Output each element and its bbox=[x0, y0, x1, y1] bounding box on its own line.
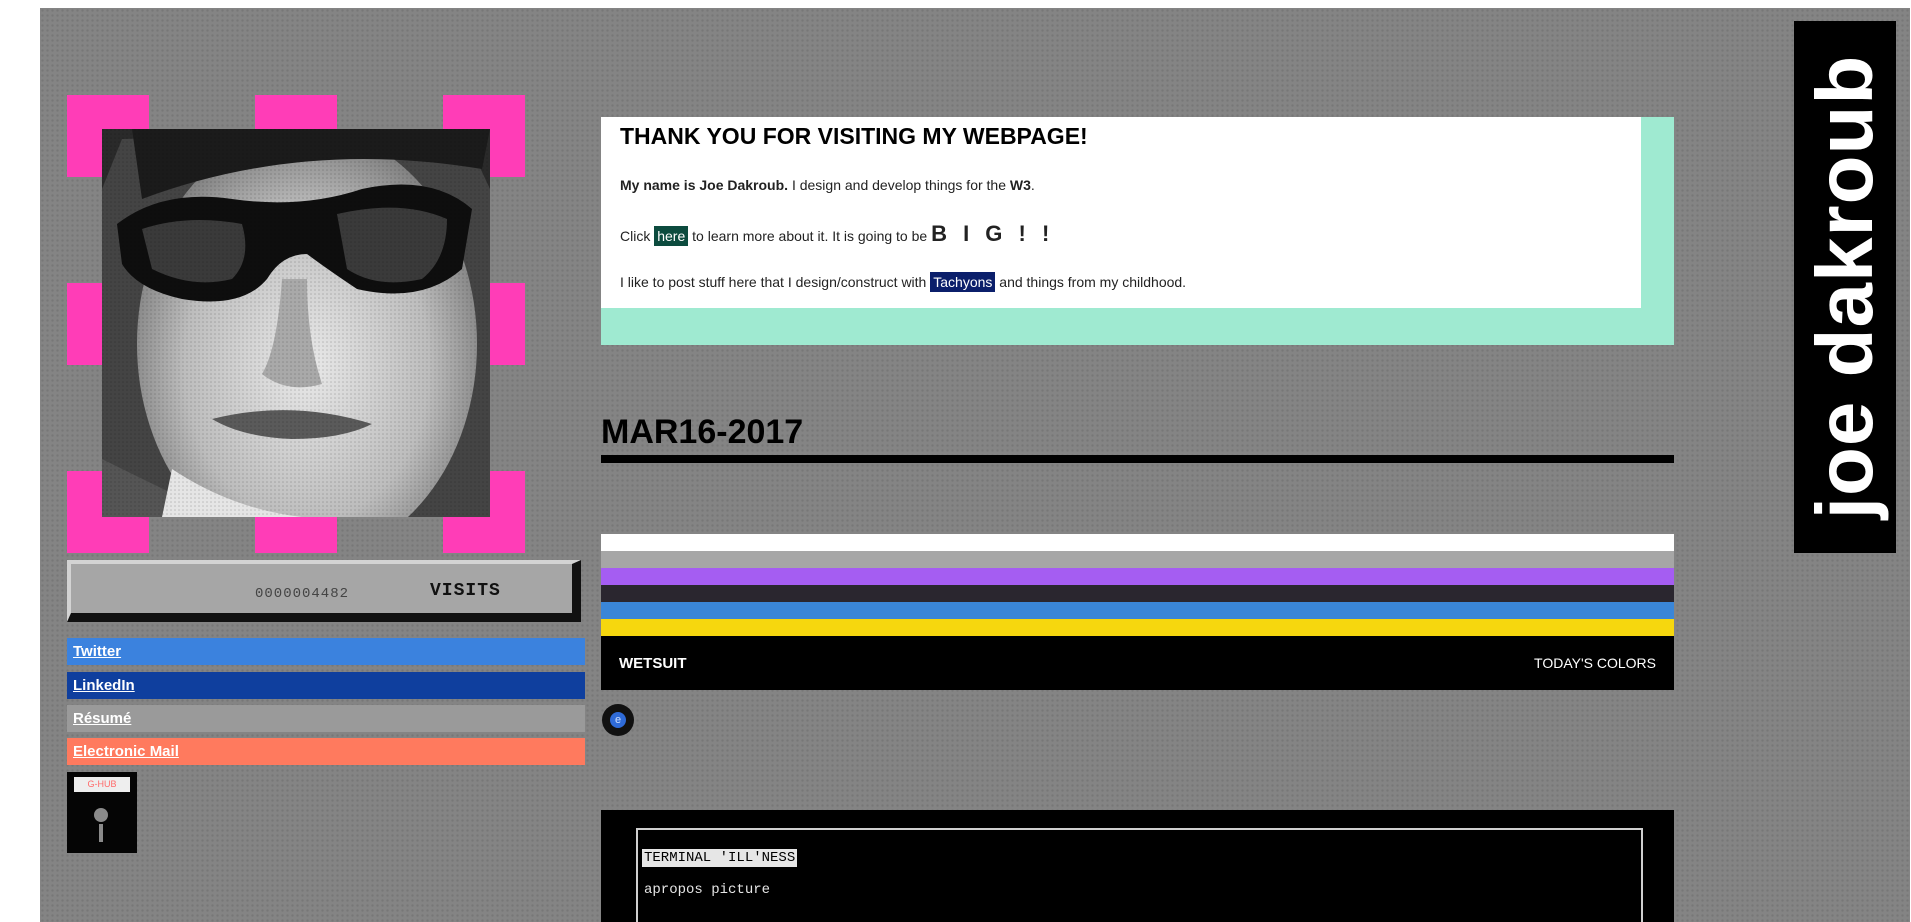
intro-text: I design and develop things for the bbox=[788, 177, 1010, 193]
date-divider bbox=[601, 455, 1674, 463]
intro-name: My name is Joe Dakroub. bbox=[620, 177, 789, 193]
site-title: joe dakroub bbox=[1800, 54, 1889, 520]
intro-period: . bbox=[1030, 177, 1035, 193]
tachyons-paragraph: I like to post stuff here that I design/… bbox=[620, 272, 1187, 292]
palette-name: WETSUIT bbox=[619, 655, 687, 672]
floppy-disk-icon[interactable]: G-HUB bbox=[67, 772, 137, 853]
page-background: 0000004482 VISITS Twitter LinkedIn Résum… bbox=[40, 8, 1910, 922]
linkedin-link[interactable]: LinkedIn bbox=[67, 672, 585, 699]
terminal-panel: TERMINAL 'ILL'NESS apropos picture bbox=[601, 810, 1674, 922]
palette-swatch bbox=[601, 568, 1674, 585]
linkedin-link-label[interactable]: LinkedIn bbox=[73, 677, 135, 694]
tachyons-post: and things from my childhood. bbox=[995, 274, 1187, 290]
twitter-link-label[interactable]: Twitter bbox=[73, 643, 121, 660]
badge-glyph: e bbox=[610, 712, 626, 728]
visit-count-label: VISITS bbox=[430, 581, 501, 601]
floppy-label: G-HUB bbox=[74, 777, 130, 792]
here-link[interactable]: here bbox=[654, 226, 689, 246]
big-text: B I G ! ! bbox=[931, 221, 1055, 246]
floppy-stem bbox=[99, 824, 103, 842]
floppy-dot bbox=[94, 808, 108, 822]
resume-link[interactable]: Résumé bbox=[67, 705, 585, 732]
palette-bar: WETSUIT TODAY'S COLORS bbox=[601, 636, 1674, 690]
profile-photo-frame bbox=[67, 95, 525, 553]
visit-counter: 0000004482 VISITS bbox=[67, 560, 581, 622]
terminal-text: apropos picture bbox=[644, 882, 771, 898]
post-date: MAR16-2017 bbox=[601, 413, 804, 451]
tachyons-link[interactable]: Tachyons bbox=[930, 272, 996, 292]
palette-swatch bbox=[601, 551, 1674, 568]
email-link-label[interactable]: Electronic Mail bbox=[73, 743, 179, 760]
intro-w3: W3 bbox=[1009, 177, 1031, 193]
tachyons-pre: I like to post stuff here that I design/… bbox=[620, 274, 931, 290]
vertical-name-banner: joe dakroub bbox=[1794, 21, 1896, 553]
click-paragraph: Click here to learn more about it. It is… bbox=[620, 221, 1054, 247]
welcome-title: THANK YOU FOR VISITING MY WEBPAGE! bbox=[620, 123, 1088, 149]
click-pre: Click bbox=[620, 228, 655, 244]
resume-link-label[interactable]: Résumé bbox=[73, 710, 131, 727]
terminal-inner: TERMINAL 'ILL'NESS apropos picture bbox=[636, 828, 1643, 922]
circle-badge-icon[interactable]: e bbox=[602, 704, 634, 736]
welcome-card: THANK YOU FOR VISITING MY WEBPAGE! My na… bbox=[601, 117, 1641, 308]
palette-swatch bbox=[601, 602, 1674, 619]
profile-photo bbox=[102, 129, 490, 517]
twitter-link[interactable]: Twitter bbox=[67, 638, 585, 665]
palette-swatch bbox=[601, 619, 1674, 636]
terminal-title: TERMINAL 'ILL'NESS bbox=[642, 849, 798, 867]
palette-swatch bbox=[601, 585, 1674, 602]
email-link[interactable]: Electronic Mail bbox=[67, 738, 585, 765]
palette-swatch bbox=[601, 534, 1674, 551]
palette-tag: TODAY'S COLORS bbox=[1534, 655, 1656, 671]
click-mid: to learn more about it. It is going to b… bbox=[688, 228, 932, 244]
intro-paragraph: My name is Joe Dakroub. I design and dev… bbox=[620, 177, 1035, 193]
visit-count-value: 0000004482 bbox=[255, 586, 350, 602]
